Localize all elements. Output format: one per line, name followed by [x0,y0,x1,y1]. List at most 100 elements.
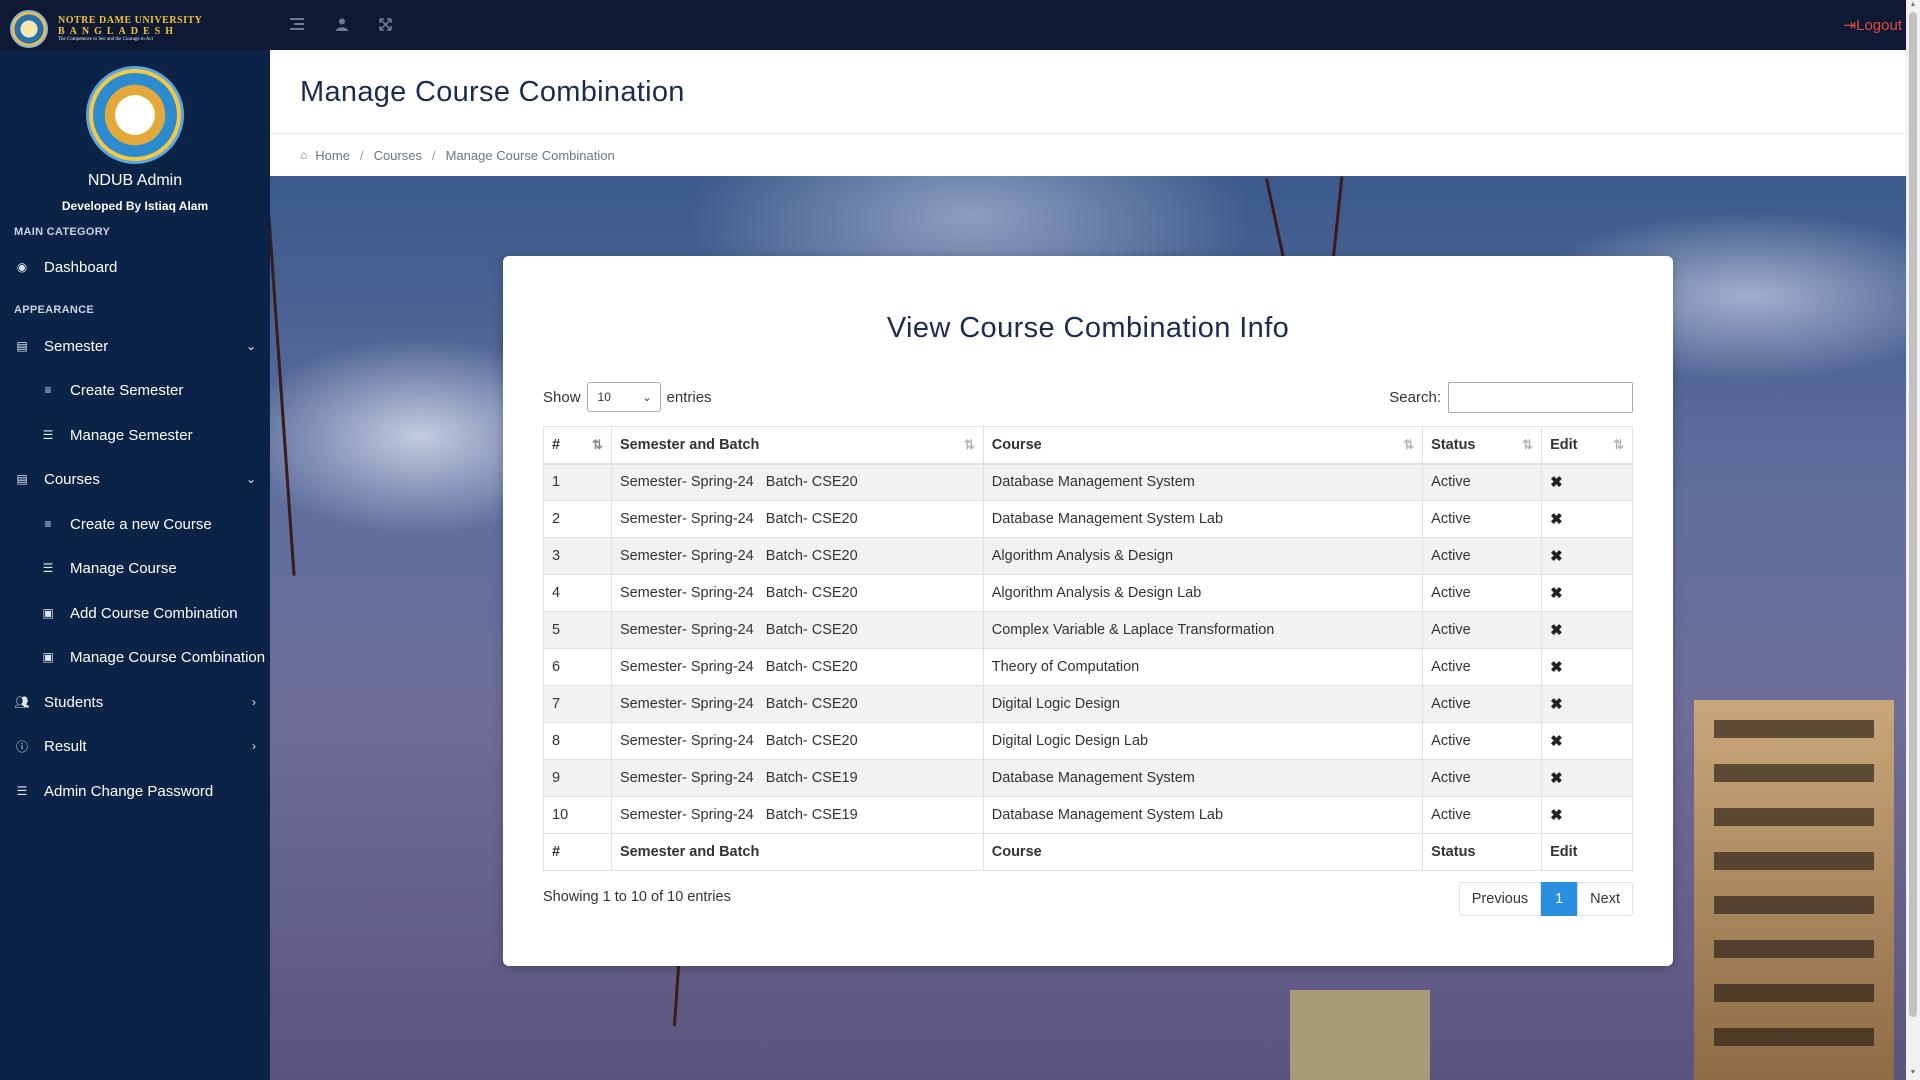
list-icon: ≡ [44,517,52,531]
cell-number: 9 [543,759,612,797]
delete-icon[interactable]: ✖ [1550,474,1563,491]
cell-status: Active [1422,537,1543,575]
cell-status: Active [1422,759,1543,797]
cell-semester-batch: Semester- Spring-24 Batch- CSE20 [610,574,984,612]
delete-icon[interactable]: ✖ [1550,733,1563,750]
home-icon: ⌂ [300,148,308,162]
sidebar-item-create-course[interactable]: ≡ Create a new Course [0,502,270,546]
footer-semester-batch: Semester and Batch [610,833,984,871]
page-scrollbar[interactable]: ▲ ▼ [1906,0,1920,1080]
fullscreen-icon[interactable] [377,16,393,32]
table-row: 5 Semester- Spring-24 Batch- CSE20 Complex… [543,611,1633,649]
cell-status: Active [1422,500,1543,538]
chevron-right-icon: › [252,695,256,709]
cell-number: 1 [543,463,612,501]
sidebar-item-manage-course[interactable]: ☰ Manage Course [0,546,270,590]
cell-semester-batch: Semester- Spring-24 Batch- CSE19 [610,796,984,834]
sidebar-item-add-course-combination[interactable]: ▣ Add Course Combination [0,591,270,635]
cell-edit: ✖ [1541,759,1633,797]
cell-number: 4 [543,574,612,612]
table-row: 10 Semester- Spring-24 Batch- CSE19 Databa… [543,796,1633,834]
breadcrumb-courses[interactable]: Courses [374,148,422,163]
cell-edit: ✖ [1541,574,1633,612]
menu-toggle-icon[interactable] [289,16,305,32]
user-icon[interactable] [334,16,350,32]
cell-edit: ✖ [1541,722,1633,760]
delete-icon[interactable]: ✖ [1550,807,1563,824]
sidebar-item-result[interactable]: ⓘ Result › [0,724,270,768]
server-icon: ☰ [16,784,28,798]
cell-edit: ✖ [1541,500,1633,538]
cell-course: Complex Variable & Laplace Transformatio… [982,611,1424,649]
column-header-status[interactable]: Status ⇅ [1422,426,1543,465]
column-header-semester-batch[interactable]: Semester and Batch ⇅ [610,426,984,465]
sidebar-item-students[interactable]: 👥︎ Students › [0,680,270,724]
delete-icon[interactable]: ✖ [1550,770,1563,787]
scroll-up-arrow-icon[interactable]: ▲ [1908,1,1918,11]
delete-icon[interactable]: ✖ [1550,511,1563,528]
sidebar-item-manage-course-combination[interactable]: ▣ Manage Course Combination [0,635,270,679]
brand-name: NOTRE DAME UNIVERSITY [58,15,203,27]
sidebar-item-create-semester[interactable]: ≡ Create Semester [0,368,270,412]
university-seal [86,66,184,164]
page-length-select[interactable]: 10 ⌄ [586,382,661,412]
scroll-down-arrow-icon[interactable]: ▼ [1908,1069,1918,1079]
table-header-row: # ⇅ Semester and Batch ⇅ Course ⇅ Status ⇅ E… [543,426,1633,465]
cell-status: Active [1422,574,1543,612]
file-icon: ▤ [16,472,28,486]
sort-icon: ⇅ [1522,437,1534,452]
delete-icon[interactable]: ✖ [1550,696,1563,713]
id-card-icon: ▣ [42,650,54,664]
cell-edit: ✖ [1541,648,1633,686]
sidebar-item-semester[interactable]: ▤ Semester ⌄ [0,324,270,368]
cell-number: 8 [543,722,612,760]
brand[interactable]: NOTRE DAME UNIVERSITY BANGLADESH The Com… [10,8,270,50]
cell-edit: ✖ [1541,463,1633,501]
footer-edit: Edit [1541,833,1633,871]
chevron-right-icon: › [252,739,256,753]
cell-number: 6 [543,648,612,686]
sidebar-item-courses[interactable]: ▤ Courses ⌄ [0,457,270,501]
scroll-thumb[interactable] [1909,12,1917,1017]
brand-country: BANGLADESH [58,26,179,38]
delete-icon[interactable]: ✖ [1550,548,1563,565]
delete-icon[interactable]: ✖ [1550,622,1563,639]
table-row: 3 Semester- Spring-24 Batch- CSE20 Algorit… [543,537,1633,575]
column-header-edit[interactable]: Edit ⇅ [1541,426,1633,465]
delete-icon[interactable]: ✖ [1550,585,1563,602]
cell-status: Active [1422,648,1543,686]
breadcrumb-home[interactable]: Home [315,148,350,163]
table-footer-row: # Semester and Batch Course Status Edit [543,833,1633,871]
pagination: Previous 1 Next [1458,882,1633,916]
column-header-course[interactable]: Course ⇅ [982,426,1424,465]
sidebar-item-admin-change-password[interactable]: ☰ Admin Change Password [0,769,270,813]
logout-icon: ⇥ [1843,17,1857,34]
delete-icon[interactable]: ✖ [1550,659,1563,676]
cell-status: Active [1422,685,1543,723]
table-row: 2 Semester- Spring-24 Batch- CSE20 Databas… [543,500,1633,538]
previous-button[interactable]: Previous [1458,882,1542,916]
sidebar-item-manage-semester[interactable]: ☰ Manage Semester [0,413,270,457]
column-header-number[interactable]: # ⇅ [543,426,612,465]
university-logo [10,10,48,48]
table-row: 7 Semester- Spring-24 Batch- CSE20 Digital… [543,685,1633,723]
cell-status: Active [1422,611,1543,649]
search-label: Search: [1389,389,1441,406]
next-button[interactable]: Next [1577,882,1633,916]
table-info: Showing 1 to 10 of 10 entries [543,889,731,905]
cell-semester-batch: Semester- Spring-24 Batch- CSE20 [610,685,984,723]
search-input[interactable] [1448,382,1633,413]
cell-course: Database Management System [982,463,1424,501]
cell-course: Database Management System [982,759,1424,797]
sidebar-item-dashboard[interactable]: ◉ Dashboard [0,245,270,289]
breadcrumb-current: Manage Course Combination [445,147,615,163]
top-bar: NOTRE DAME UNIVERSITY BANGLADESH The Com… [0,0,1906,50]
page-1-button[interactable]: 1 [1541,882,1578,916]
cell-edit: ✖ [1541,796,1633,834]
breadcrumb-separator: / [359,147,364,163]
table-row: 8 Semester- Spring-24 Batch- CSE20 Digital… [543,722,1633,760]
cell-number: 7 [543,685,612,723]
logout-button[interactable]: ⇥Logout [1844,16,1902,34]
cell-number: 5 [543,611,612,649]
table-row: 9 Semester- Spring-24 Batch- CSE19 Databas… [543,759,1633,797]
